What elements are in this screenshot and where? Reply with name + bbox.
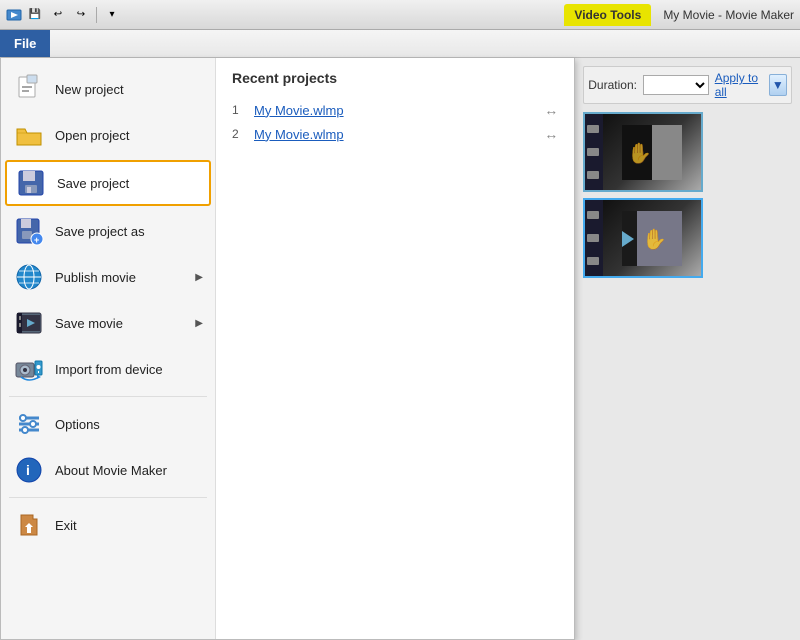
recent-num-2: 2 [232,127,246,141]
menu-item-about[interactable]: i About Movie Maker [1,447,215,493]
main-layout: New project Open project [0,58,800,640]
video-thumb-1[interactable]: ✋ [583,112,703,192]
film-hole [587,234,599,242]
save-project-label: Save project [57,176,129,191]
import-from-device-label: Import from device [55,362,163,377]
dropdown-toolbar-button[interactable]: ▾ [102,5,122,25]
filmstrip-2 [585,200,603,276]
svg-text:i: i [26,462,30,478]
save-project-as-icon: + [13,215,45,247]
open-project-label: Open project [55,128,129,143]
menu-item-open-project[interactable]: Open project [1,112,215,158]
menu-divider-2 [9,497,207,498]
menu-item-save-movie[interactable]: Save movie ▶ [1,300,215,346]
save-movie-label: Save movie [55,316,123,331]
video-thumbnails: ✋ ✋ [583,112,792,278]
new-project-icon [13,73,45,105]
save-project-icon [15,167,47,199]
svg-text:✋: ✋ [642,227,667,251]
menu-item-exit[interactable]: Exit [1,502,215,548]
film-hole [587,211,599,219]
app-icon [6,7,22,23]
filmstrip-1 [585,114,603,190]
options-label: Options [55,417,100,432]
recent-num-1: 1 [232,103,246,117]
menu-item-publish-movie[interactable]: Publish movie ▶ [1,254,215,300]
toolbar-separator [96,7,97,23]
about-icon: i [13,454,45,486]
about-label: About Movie Maker [55,463,167,478]
apply-all-button[interactable]: Apply to all [715,71,763,99]
recent-name-1[interactable]: My Movie.wlmp [254,103,344,118]
video-tools-tab[interactable]: Video Tools [564,4,651,26]
film-hole [587,171,599,179]
import-from-device-icon [13,353,45,385]
duration-label: Duration: [588,78,637,92]
menu-item-save-project[interactable]: Save project [5,160,211,206]
recent-item-1[interactable]: 1 My Movie.wlmp ↔ [232,98,558,122]
recent-pin-2: ↔ [544,126,558,142]
publish-movie-label: Publish movie [55,270,136,285]
duration-dropdown[interactable] [643,75,709,95]
menu-item-new-project[interactable]: New project [1,66,215,112]
menu-divider-1 [9,396,207,397]
recent-item-2[interactable]: 2 My Movie.wlmp ↔ [232,122,558,146]
redo-toolbar-button[interactable]: ↪ [71,5,91,25]
title-bar: 💾 ↩ ↪ ▾ Video Tools My Movie - Movie Mak… [0,0,800,30]
film-hole [587,148,599,156]
recent-pin-1: ↔ [544,102,558,118]
down-arrow-button[interactable]: ▼ [769,74,787,96]
recent-projects-title: Recent projects [232,70,558,86]
thumb-content-1: ✋ [603,114,701,190]
menu-item-options[interactable]: Options [1,401,215,447]
save-toolbar-button[interactable]: 💾 [25,5,45,25]
recent-name-2[interactable]: My Movie.wlmp [254,127,344,142]
toolbar-left: 💾 ↩ ↪ ▾ [6,5,122,25]
recent-projects-panel: Recent projects 1 My Movie.wlmp ↔ 2 My M… [216,58,574,639]
save-movie-icon [13,307,45,339]
ribbon-area: File [0,30,800,58]
save-movie-arrow: ▶ [195,318,203,329]
undo-toolbar-button[interactable]: ↩ [48,5,68,25]
right-controls: Duration: Apply to all ▼ [583,66,792,104]
film-hole [587,125,599,133]
window-title: My Movie - Movie Maker [663,8,794,22]
menu-item-save-project-as[interactable]: + Save project as [1,208,215,254]
options-icon [13,408,45,440]
new-project-label: New project [55,82,124,97]
exit-icon [13,509,45,541]
file-tab[interactable]: File [0,30,50,57]
menu-items-list: New project Open project [1,58,216,639]
exit-label: Exit [55,518,77,533]
menu-item-import-from-device[interactable]: Import from device [1,346,215,392]
open-project-icon [13,119,45,151]
right-panel: Duration: Apply to all ▼ ✋ [575,58,800,640]
svg-text:+: + [34,235,39,245]
save-project-as-label: Save project as [55,224,145,239]
film-hole [587,257,599,265]
svg-text:✋: ✋ [627,141,652,165]
publish-movie-icon [13,261,45,293]
publish-movie-arrow: ▶ [195,272,203,283]
thumb-content-2: ✋ [603,200,701,276]
file-menu: New project Open project [0,58,575,640]
video-thumb-2[interactable]: ✋ [583,198,703,278]
